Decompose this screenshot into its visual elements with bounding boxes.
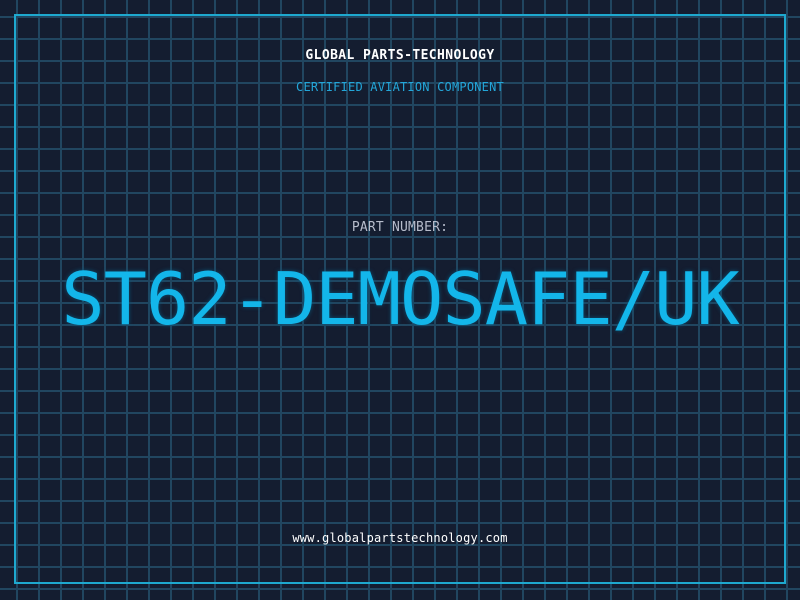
website-url: www.globalpartstechnology.com bbox=[292, 531, 508, 545]
part-number-value: ST62-DEMOSAFE/UK bbox=[61, 257, 740, 341]
blueprint-canvas: GLOBAL PARTS-TECHNOLOGY CERTIFIED AVIATI… bbox=[0, 0, 800, 600]
certification-subtitle: CERTIFIED AVIATION COMPONENT bbox=[296, 80, 504, 94]
company-name: GLOBAL PARTS-TECHNOLOGY bbox=[305, 48, 495, 63]
part-number-label: PART NUMBER: bbox=[351, 220, 449, 235]
